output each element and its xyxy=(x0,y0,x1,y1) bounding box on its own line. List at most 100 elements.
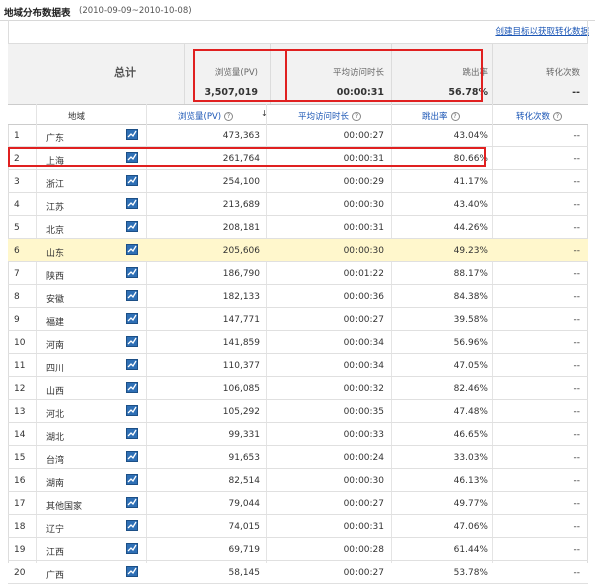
bounce-rate-value: 84.38% xyxy=(453,292,488,302)
bounce-rate-value: 46.65% xyxy=(453,430,488,440)
table-row[interactable]: 1 广东 473,363 00:00:27 43.04% -- xyxy=(8,124,588,147)
table-row[interactable]: 14 湖北 99,331 00:00:33 46.65% -- xyxy=(8,423,588,446)
line-chart-icon[interactable] xyxy=(126,543,138,554)
bounce-rate-value: 88.17% xyxy=(453,269,488,279)
total-bounce: 跳出率 56.78% xyxy=(394,66,488,98)
line-chart-icon[interactable] xyxy=(126,244,138,255)
table-row[interactable]: 16 湖南 82,514 00:00:30 46.13% -- xyxy=(8,469,588,492)
avg-time-value: 00:00:36 xyxy=(343,292,384,302)
question-circle-icon[interactable]: ? xyxy=(224,112,234,121)
line-chart-icon[interactable] xyxy=(126,405,138,416)
divider xyxy=(391,44,392,104)
avg-time-value: 00:00:31 xyxy=(343,223,384,233)
avg-time-value: 00:00:30 xyxy=(343,246,384,256)
conversions-value: -- xyxy=(573,177,581,187)
question-circle-icon[interactable]: ? xyxy=(352,112,362,121)
table-row[interactable]: 18 辽宁 74,015 00:00:31 47.06% -- xyxy=(8,515,588,538)
conversions-value: -- xyxy=(573,338,581,348)
line-chart-icon[interactable] xyxy=(126,221,138,232)
total-time: 平均访问时长 00:00:31 xyxy=(274,66,384,98)
table-row[interactable]: 13 河北 105,292 00:00:35 47.48% -- xyxy=(8,400,588,423)
table-row[interactable]: 3 浙江 254,100 00:00:29 41.17% -- xyxy=(8,170,588,193)
conversions-value: -- xyxy=(573,430,581,440)
line-chart-icon[interactable] xyxy=(126,566,138,577)
conversions-value: -- xyxy=(573,545,581,555)
row-index: 17 xyxy=(14,499,26,509)
table-row[interactable]: 8 安徽 182,133 00:00:36 84.38% -- xyxy=(8,285,588,308)
pv-value: 213,689 xyxy=(222,200,260,210)
pv-value: 141,859 xyxy=(222,338,260,348)
data-rows: 1 广东 473,363 00:00:27 43.04% -- 2 上海 261,764 00:0… xyxy=(8,124,588,584)
total-conv-value: -- xyxy=(572,87,580,98)
conversions-value: -- xyxy=(573,246,581,256)
row-index: 7 xyxy=(14,269,20,279)
line-chart-icon[interactable] xyxy=(126,520,138,531)
line-chart-icon[interactable] xyxy=(126,474,138,485)
avg-time-value: 00:00:27 xyxy=(343,568,384,578)
table-row[interactable]: 17 其他国家 79,044 00:00:27 49.77% -- xyxy=(8,492,588,515)
avg-time-value: 00:00:29 xyxy=(343,177,384,187)
pv-value: 79,044 xyxy=(228,499,261,509)
row-index: 11 xyxy=(14,361,26,371)
total-time-label: 平均访问时长 xyxy=(332,68,384,78)
table-row[interactable]: 4 江苏 213,689 00:00:30 43.40% -- xyxy=(8,193,588,216)
avg-time-value: 00:00:28 xyxy=(343,545,384,555)
bounce-rate-value: 41.17% xyxy=(453,177,488,187)
table-row[interactable]: 5 北京 208,181 00:00:31 44.26% -- xyxy=(8,216,588,239)
col-time-label[interactable]: 平均访问时长 xyxy=(298,112,349,122)
table-row[interactable]: 7 陕西 186,790 00:01:22 88.17% -- xyxy=(8,262,588,285)
line-chart-icon[interactable] xyxy=(126,451,138,462)
pv-value: 105,292 xyxy=(222,407,260,417)
table-row[interactable]: 11 四川 110,377 00:00:34 47.05% -- xyxy=(8,354,588,377)
table-row[interactable]: 12 山西 106,085 00:00:32 82.46% -- xyxy=(8,377,588,400)
region-name: 浙江 xyxy=(46,180,65,190)
total-conv-label: 转化次数 xyxy=(545,68,580,78)
col-bounce-label[interactable]: 跳出率 xyxy=(422,112,448,122)
question-circle-icon[interactable]: ? xyxy=(450,112,460,121)
table-row[interactable]: 15 台湾 91,653 00:00:24 33.03% -- xyxy=(8,446,588,469)
line-chart-icon[interactable] xyxy=(126,290,138,301)
table-row[interactable]: 20 广西 58,145 00:00:27 53.78% -- xyxy=(8,561,588,584)
line-chart-icon[interactable] xyxy=(126,198,138,209)
table-row[interactable]: 10 河南 141,859 00:00:34 56.96% -- xyxy=(8,331,588,354)
date-range: (2010-09-09~2010-10-08) xyxy=(79,6,192,16)
table-row[interactable]: 9 福建 147,771 00:00:27 39.58% -- xyxy=(8,308,588,331)
row-index: 18 xyxy=(14,522,26,532)
col-conv-label[interactable]: 转化次数 xyxy=(516,112,550,122)
conversions-value: -- xyxy=(573,522,581,532)
line-chart-icon[interactable] xyxy=(126,428,138,439)
create-goal-link[interactable]: 创建目标以获取转化数据 xyxy=(495,25,589,37)
line-chart-icon[interactable] xyxy=(126,313,138,324)
line-chart-icon[interactable] xyxy=(126,152,138,163)
region-name: 山东 xyxy=(46,249,65,259)
line-chart-icon[interactable] xyxy=(126,497,138,508)
avg-time-value: 00:00:27 xyxy=(343,315,384,325)
report-title: 地域分布数据表 xyxy=(4,8,71,19)
col-pv[interactable]: 浏览量(PV)? xyxy=(178,110,234,122)
pv-value: 208,181 xyxy=(222,223,260,233)
region-name: 安徽 xyxy=(46,295,65,305)
col-bounce[interactable]: 跳出率? xyxy=(422,110,460,122)
col-conv[interactable]: 转化次数? xyxy=(516,110,563,122)
pv-value: 254,100 xyxy=(222,177,260,187)
line-chart-icon[interactable] xyxy=(126,382,138,393)
line-chart-icon[interactable] xyxy=(126,359,138,370)
avg-time-value: 00:00:31 xyxy=(343,154,384,164)
table-row[interactable]: 2 上海 261,764 00:00:31 80.66% -- xyxy=(8,147,588,170)
bounce-rate-value: 47.05% xyxy=(453,361,488,371)
line-chart-icon[interactable] xyxy=(126,129,138,140)
col-pv-label[interactable]: 浏览量(PV) xyxy=(178,112,221,122)
pv-value: 205,606 xyxy=(222,246,260,256)
pv-value: 147,771 xyxy=(222,315,260,325)
line-chart-icon[interactable] xyxy=(126,336,138,347)
line-chart-icon[interactable] xyxy=(126,175,138,186)
line-chart-icon[interactable] xyxy=(126,267,138,278)
conversions-value: -- xyxy=(573,361,581,371)
table-row[interactable]: 6 山东 205,606 00:00:30 49.23% -- xyxy=(8,239,588,262)
col-time[interactable]: 平均访问时长? xyxy=(298,110,362,122)
region-name: 江西 xyxy=(46,548,65,558)
conversions-value: -- xyxy=(573,453,581,463)
row-index: 2 xyxy=(14,154,20,164)
table-row[interactable]: 19 江西 69,719 00:00:28 61.44% -- xyxy=(8,538,588,561)
question-circle-icon[interactable]: ? xyxy=(553,112,563,121)
